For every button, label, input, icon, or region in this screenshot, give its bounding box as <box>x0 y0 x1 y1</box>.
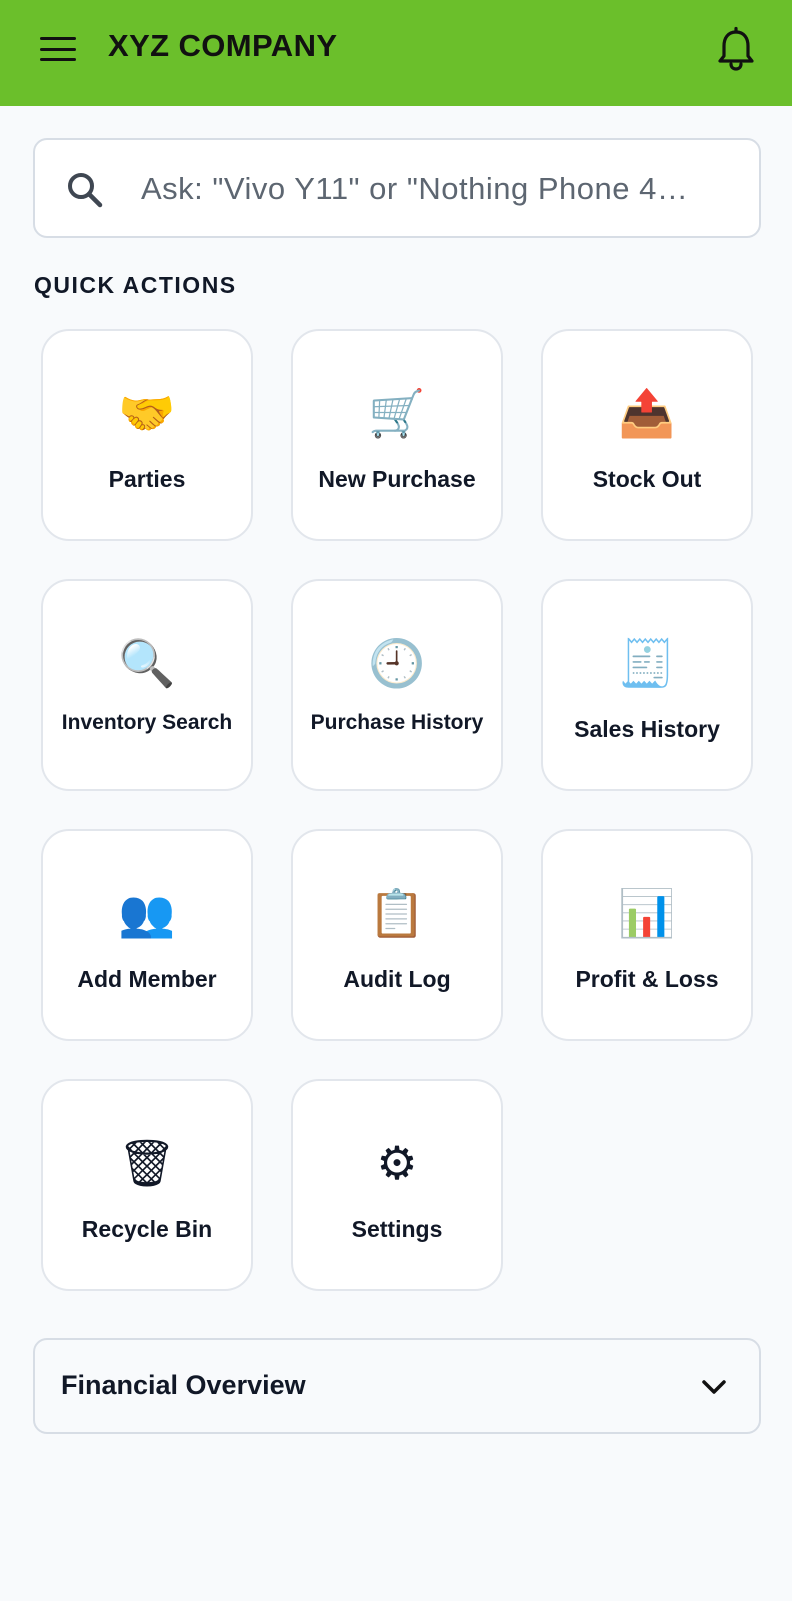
bell-icon[interactable] <box>712 26 760 74</box>
gear-icon: ⚙ <box>376 1136 418 1190</box>
clipboard-icon: 📋 <box>368 886 426 940</box>
people-icon: 👥 <box>118 886 176 940</box>
bar-chart-icon: 📊 <box>618 886 676 940</box>
card-label: Sales History <box>574 716 720 742</box>
app-title: XYZ COMPANY <box>108 28 338 63</box>
chevron-down-icon[interactable] <box>697 1370 731 1404</box>
hamburger-menu-icon[interactable] <box>38 34 78 64</box>
card-label: Profit & Loss <box>575 966 719 992</box>
card-label: Recycle Bin <box>81 1216 213 1242</box>
wastebasket-icon: 🗑 <box>117 1136 177 1190</box>
outbox-tray-icon: 📤 <box>618 386 676 440</box>
card-label: Add Member <box>77 966 217 992</box>
card-label: Parties <box>108 466 186 492</box>
card-label: Purchase History <box>310 711 484 734</box>
parties-button[interactable]: 🤝 Parties <box>41 329 253 541</box>
card-label: Audit Log <box>343 966 451 992</box>
search-box <box>33 138 761 238</box>
shopping-cart-icon: 🛒 <box>368 386 426 440</box>
new-purchase-button[interactable]: 🛒 New Purchase <box>291 329 503 541</box>
card-label: New Purchase <box>318 466 476 492</box>
card-label: Settings <box>351 1216 443 1242</box>
add-member-button[interactable]: 👥 Add Member <box>41 829 253 1041</box>
card-label: Stock Out <box>592 466 702 492</box>
sales-history-button[interactable]: 🧾 Sales History <box>541 579 753 791</box>
handshake-icon: 🤝 <box>118 386 176 440</box>
search-icon <box>63 168 107 212</box>
financial-overview-panel[interactable]: Financial Overview <box>33 1338 761 1434</box>
recycle-bin-button[interactable]: 🗑 Recycle Bin <box>41 1079 253 1291</box>
card-label: Inventory Search <box>61 711 233 734</box>
settings-button[interactable]: ⚙ Settings <box>291 1079 503 1291</box>
receipt-icon: 🧾 <box>618 636 676 690</box>
inventory-search-button[interactable]: 🔍 Inventory Search <box>41 579 253 791</box>
stock-out-button[interactable]: 📤 Stock Out <box>541 329 753 541</box>
profit-loss-button[interactable]: 📊 Profit & Loss <box>541 829 753 1041</box>
quick-actions-heading: QUICK ACTIONS <box>34 272 237 298</box>
financial-overview-title: Financial Overview <box>61 1370 306 1400</box>
search-input[interactable] <box>141 160 741 218</box>
clock-icon: 🕘 <box>368 636 426 690</box>
purchase-history-button[interactable]: 🕘 Purchase History <box>291 579 503 791</box>
app-bar: XYZ COMPANY <box>0 0 792 106</box>
magnifying-glass-icon: 🔍 <box>118 636 176 690</box>
audit-log-button[interactable]: 📋 Audit Log <box>291 829 503 1041</box>
